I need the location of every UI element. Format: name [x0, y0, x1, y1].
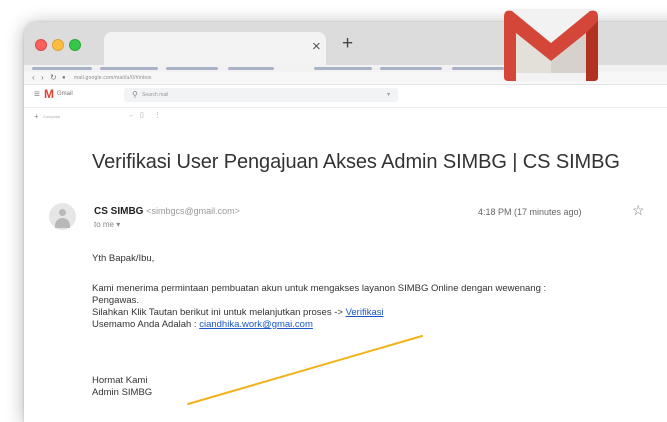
gmail-logo [504, 9, 598, 82]
pointer-line [187, 335, 423, 405]
